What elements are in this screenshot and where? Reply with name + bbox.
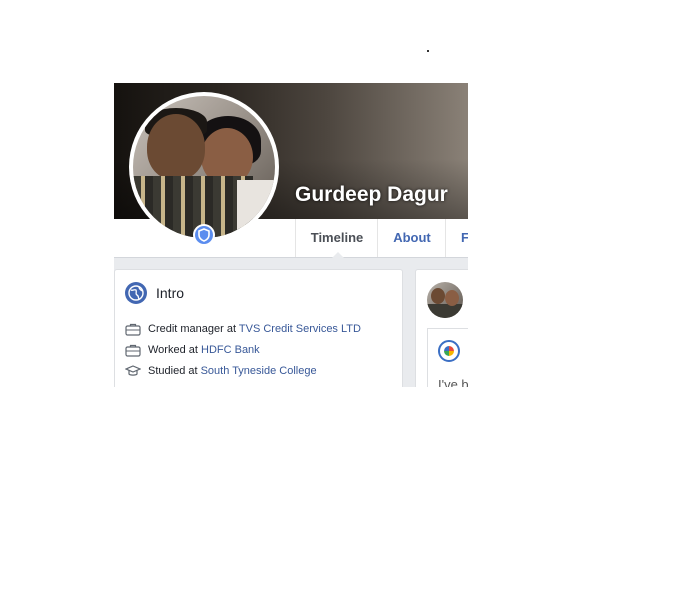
profile-name[interactable]: Gurdeep Dagur bbox=[295, 183, 448, 207]
globe-icon bbox=[125, 282, 147, 304]
intro-title: Intro bbox=[156, 285, 185, 301]
post-snippet-text: I've b bbox=[438, 377, 468, 387]
briefcase-icon bbox=[125, 343, 141, 360]
briefcase-icon bbox=[125, 322, 141, 339]
intro-card: Intro Credit manager at TVS Credit Servi… bbox=[114, 269, 403, 387]
stray-dot bbox=[427, 50, 429, 52]
facebook-profile-view: Gurdeep Dagur Timeline About F Intro Cre… bbox=[114, 83, 468, 387]
tab-about-label: About bbox=[393, 230, 431, 245]
past-employer-link[interactable]: HDFC Bank bbox=[201, 344, 260, 356]
tab-friends-label: F bbox=[461, 230, 468, 245]
intro-item-prefix: Credit manager at bbox=[148, 323, 239, 335]
profile-picture[interactable] bbox=[129, 92, 279, 242]
active-tab-caret bbox=[332, 252, 344, 258]
page-logo-icon bbox=[438, 340, 460, 362]
intro-item-prefix: Studied at bbox=[148, 365, 201, 377]
tab-timeline-label: Timeline bbox=[310, 230, 364, 245]
intro-item-prefix: Worked at bbox=[148, 344, 201, 356]
post-card: I've b bbox=[415, 269, 468, 387]
profile-guard-shield-icon bbox=[193, 224, 215, 246]
school-link[interactable]: South Tyneside College bbox=[201, 365, 317, 377]
profile-photo bbox=[133, 96, 275, 238]
employer-link[interactable]: TVS Credit Services LTD bbox=[239, 323, 361, 335]
tab-about[interactable]: About bbox=[377, 219, 446, 257]
shared-content-card[interactable]: I've b bbox=[427, 328, 468, 387]
tab-timeline[interactable]: Timeline bbox=[295, 219, 378, 258]
tab-friends[interactable]: F bbox=[445, 219, 468, 257]
graduation-cap-icon bbox=[124, 364, 142, 381]
post-author-avatar[interactable] bbox=[427, 282, 463, 318]
